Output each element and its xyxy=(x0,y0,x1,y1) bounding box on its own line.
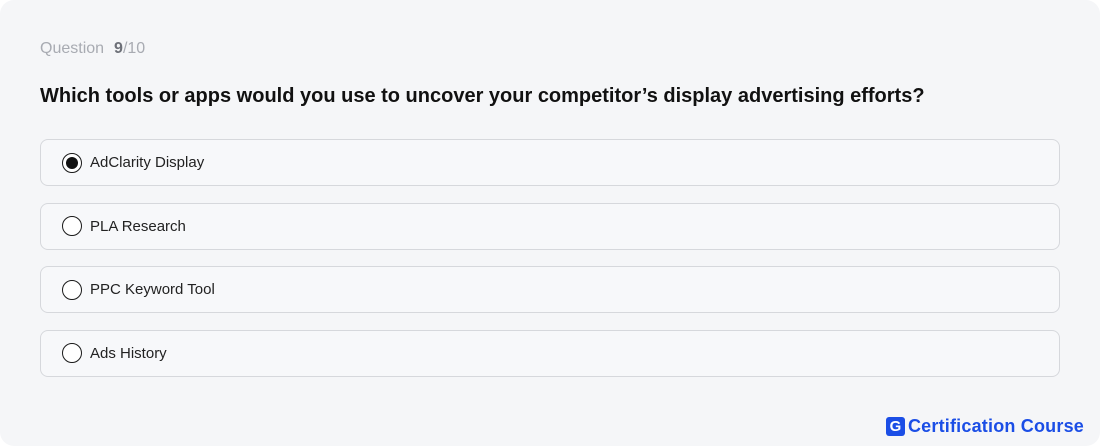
progress-label: Question xyxy=(40,40,105,57)
answer-option-label: AdClarity Display xyxy=(90,154,205,171)
brand-name: Certification Course xyxy=(907,416,1084,436)
answer-options: AdClarity Display PLA Research PPC Keywo… xyxy=(40,139,1060,393)
answer-option-label: PLA Research xyxy=(90,217,186,235)
radio-button[interactable] xyxy=(62,343,82,363)
radio-button[interactable] xyxy=(62,152,82,173)
answer-option[interactable]: PLA Research xyxy=(40,202,1060,250)
answer-option[interactable]: PPC Keyword Tool xyxy=(40,266,1060,313)
answer-option[interactable]: AdClarity Display xyxy=(40,139,1060,186)
answer-option[interactable]: Ads History xyxy=(40,329,1060,377)
radio-selected-dot xyxy=(66,156,78,169)
progress-total: /10 xyxy=(122,40,146,57)
brand-logo-icon: G xyxy=(885,417,905,436)
question-text: Which tools or apps would you use to unc… xyxy=(40,85,925,107)
quiz-card: Question 9/10 Which tools or apps would y… xyxy=(0,0,1100,446)
brand-footer: G Certification Course xyxy=(885,416,1084,437)
question-progress: Question 9/10 xyxy=(40,40,145,58)
answer-option-label: Ads History xyxy=(90,344,167,362)
progress-current: 9 xyxy=(114,40,123,57)
radio-button[interactable] xyxy=(62,216,82,236)
radio-button[interactable] xyxy=(62,279,82,300)
answer-option-label: PPC Keyword Tool xyxy=(90,281,215,298)
